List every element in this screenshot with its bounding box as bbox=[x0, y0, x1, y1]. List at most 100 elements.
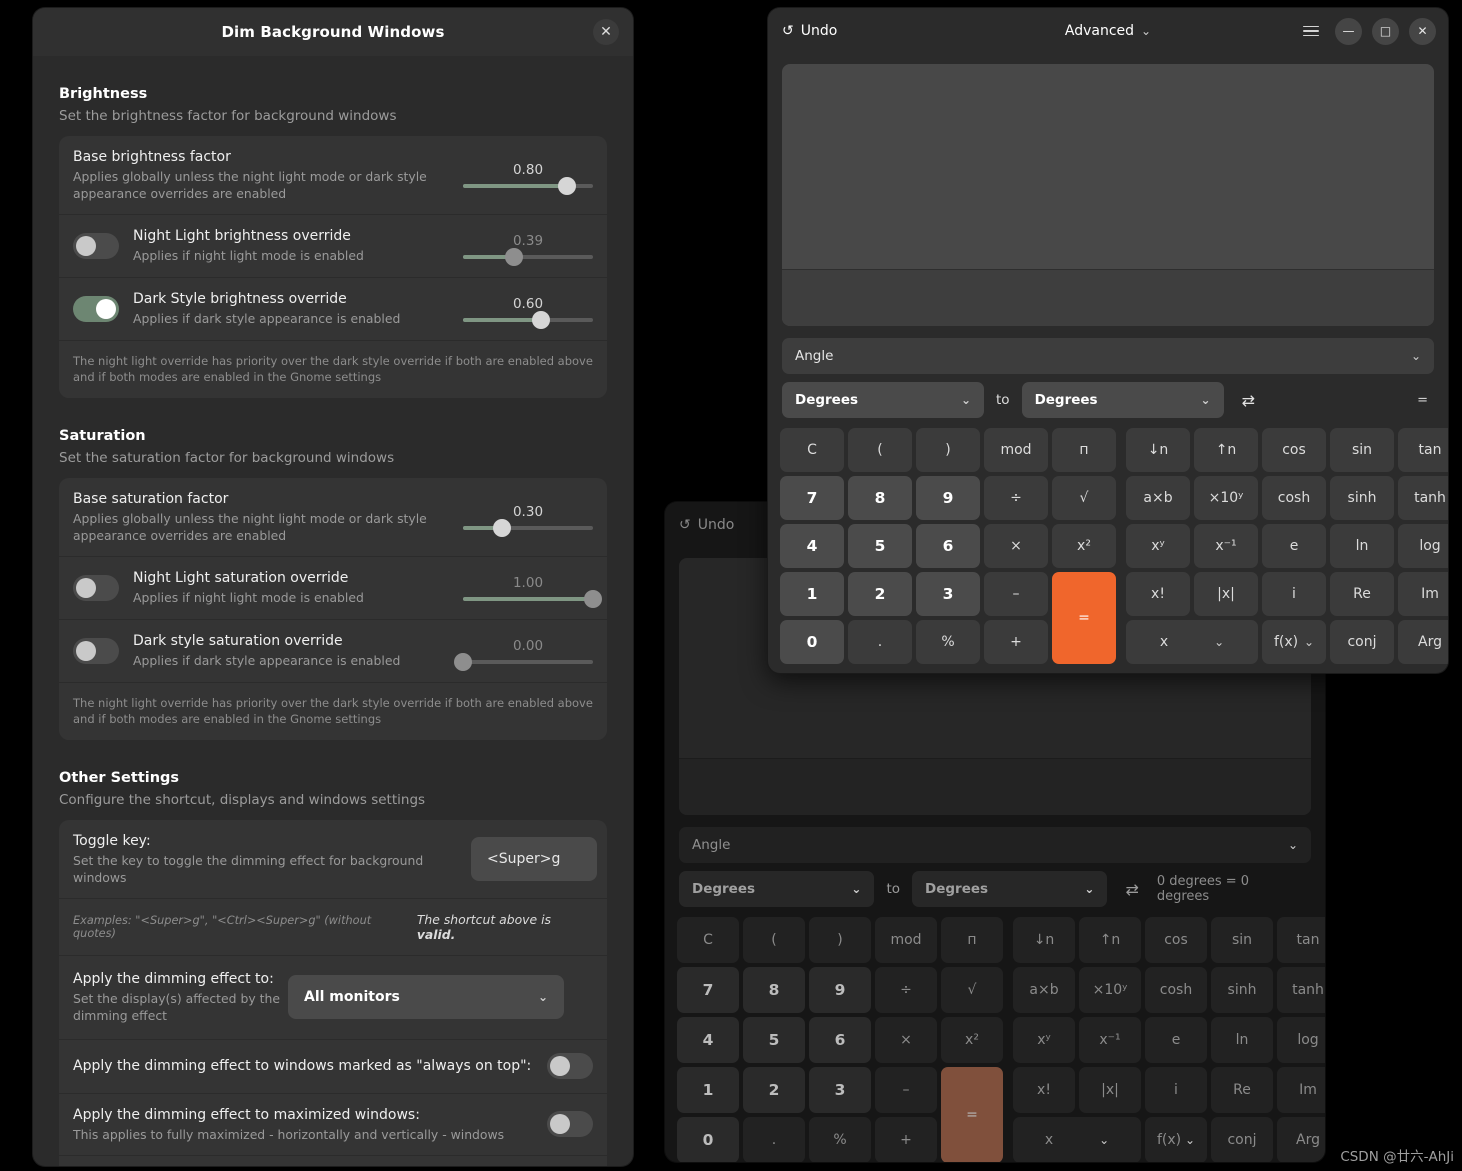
maximize-button[interactable]: □ bbox=[1372, 17, 1399, 45]
key-cosh[interactable]: cosh bbox=[1262, 476, 1326, 520]
slider-thumb[interactable] bbox=[504, 248, 523, 267]
key-cos[interactable]: cos bbox=[1145, 917, 1207, 963]
mode-selector[interactable]: Advanced ⌄ bbox=[1065, 23, 1151, 39]
nightlight-saturation-toggle[interactable] bbox=[73, 575, 119, 602]
key-sin[interactable]: sin bbox=[1330, 428, 1394, 472]
key-conj[interactable]: conj bbox=[1211, 1117, 1273, 1162]
darkstyle-brightness-slider[interactable] bbox=[463, 310, 593, 329]
key-[interactable]: ) bbox=[809, 917, 871, 963]
key-[interactable]: + bbox=[875, 1117, 937, 1162]
swap-arrows-icon[interactable]: ⇄ bbox=[1119, 880, 1144, 899]
key-[interactable]: % bbox=[809, 1117, 871, 1162]
key-functions[interactable]: f(x) ⌄ bbox=[1145, 1117, 1207, 1162]
key-[interactable]: ( bbox=[848, 428, 912, 472]
key-8[interactable]: 8 bbox=[743, 967, 805, 1013]
key-x[interactable]: x! bbox=[1126, 572, 1190, 616]
key-[interactable]: + bbox=[984, 620, 1048, 664]
key-x[interactable]: x² bbox=[1052, 524, 1116, 568]
calc-bg-converter-from[interactable]: Degrees ⌄ bbox=[679, 871, 875, 907]
key-9[interactable]: 9 bbox=[916, 476, 980, 520]
key-9[interactable]: 9 bbox=[809, 967, 871, 1013]
key-ab[interactable]: a×b bbox=[1013, 967, 1075, 1013]
nightlight-saturation-slider[interactable] bbox=[463, 590, 602, 609]
base-saturation-slider[interactable] bbox=[463, 519, 593, 538]
darkstyle-saturation-toggle[interactable] bbox=[73, 637, 119, 664]
key-x[interactable]: |x| bbox=[1079, 1067, 1141, 1113]
key-7[interactable]: 7 bbox=[780, 476, 844, 520]
key-[interactable]: – bbox=[984, 572, 1048, 616]
key-1[interactable]: 1 bbox=[677, 1067, 739, 1113]
key-i[interactable]: i bbox=[1145, 1067, 1207, 1113]
key-3[interactable]: 3 bbox=[916, 572, 980, 616]
key-[interactable]: – bbox=[875, 1067, 937, 1113]
key-variable-x[interactable]: x ⌄ bbox=[1126, 620, 1258, 664]
key-tan[interactable]: tan bbox=[1277, 917, 1325, 963]
key-log[interactable]: log bbox=[1398, 524, 1448, 568]
key-equals[interactable]: = bbox=[1052, 572, 1116, 664]
slider-thumb[interactable] bbox=[558, 177, 576, 196]
key-ln[interactable]: ln bbox=[1330, 524, 1394, 568]
converter-category-select[interactable]: Angle ⌄ bbox=[782, 338, 1434, 374]
calc-bg-converter-to[interactable]: Degrees ⌄ bbox=[912, 871, 1108, 907]
key-mod[interactable]: mod bbox=[875, 917, 937, 963]
nightlight-brightness-slider[interactable] bbox=[463, 248, 593, 267]
key-conj[interactable]: conj bbox=[1330, 620, 1394, 664]
key-mod[interactable]: mod bbox=[984, 428, 1048, 472]
key-[interactable]: . bbox=[743, 1117, 805, 1162]
key-1[interactable]: 1 bbox=[780, 572, 844, 616]
key-cos[interactable]: cos bbox=[1262, 428, 1326, 472]
key-sinh[interactable]: sinh bbox=[1330, 476, 1394, 520]
key-e[interactable]: e bbox=[1262, 524, 1326, 568]
key-[interactable]: ( bbox=[743, 917, 805, 963]
key-[interactable]: ) bbox=[916, 428, 980, 472]
key-Arg[interactable]: Arg bbox=[1398, 620, 1448, 664]
key-2[interactable]: 2 bbox=[848, 572, 912, 616]
key-i[interactable]: i bbox=[1262, 572, 1326, 616]
key-[interactable]: × bbox=[875, 1017, 937, 1063]
key-Arg[interactable]: Arg bbox=[1277, 1117, 1325, 1162]
key-0[interactable]: 0 bbox=[677, 1117, 739, 1162]
key-0[interactable]: 0 bbox=[780, 620, 844, 664]
key-sinh[interactable]: sinh bbox=[1211, 967, 1273, 1013]
converter-to-select[interactable]: Degrees ⌄ bbox=[1021, 382, 1224, 418]
key-tanh[interactable]: tanh bbox=[1277, 967, 1325, 1013]
key-10[interactable]: ×10ʸ bbox=[1194, 476, 1258, 520]
key-n[interactable]: ↑n bbox=[1194, 428, 1258, 472]
key-ln[interactable]: ln bbox=[1211, 1017, 1273, 1063]
key-[interactable]: п bbox=[1052, 428, 1116, 472]
key-[interactable]: п bbox=[941, 917, 1003, 963]
key-tan[interactable]: tan bbox=[1398, 428, 1448, 472]
key-sin[interactable]: sin bbox=[1211, 917, 1273, 963]
key-x[interactable]: |x| bbox=[1194, 572, 1258, 616]
key-[interactable]: % bbox=[916, 620, 980, 664]
key-10[interactable]: ×10ʸ bbox=[1079, 967, 1141, 1013]
close-icon[interactable]: ✕ bbox=[593, 19, 619, 45]
calc-display-primary[interactable] bbox=[782, 64, 1434, 269]
hamburger-menu-icon[interactable] bbox=[1303, 25, 1319, 37]
key-tanh[interactable]: tanh bbox=[1398, 476, 1448, 520]
nightlight-brightness-toggle[interactable] bbox=[73, 233, 119, 260]
close-button[interactable]: ✕ bbox=[1409, 17, 1436, 45]
key-functions[interactable]: f(x) ⌄ bbox=[1262, 620, 1326, 664]
key-5[interactable]: 5 bbox=[743, 1017, 805, 1063]
toggle-key-input[interactable]: <Super>g bbox=[471, 837, 597, 882]
slider-thumb[interactable] bbox=[454, 652, 472, 671]
always-on-top-toggle[interactable] bbox=[547, 1053, 593, 1080]
base-brightness-slider[interactable] bbox=[463, 177, 593, 196]
slider-thumb[interactable] bbox=[493, 519, 511, 538]
key-Im[interactable]: Im bbox=[1277, 1067, 1325, 1113]
key-2[interactable]: 2 bbox=[743, 1067, 805, 1113]
key-x[interactable]: xʸ bbox=[1126, 524, 1190, 568]
key-6[interactable]: 6 bbox=[809, 1017, 871, 1063]
key-n[interactable]: ↓n bbox=[1126, 428, 1190, 472]
key-3[interactable]: 3 bbox=[809, 1067, 871, 1113]
key-[interactable]: ÷ bbox=[984, 476, 1048, 520]
slider-thumb[interactable] bbox=[584, 590, 602, 609]
key-8[interactable]: 8 bbox=[848, 476, 912, 520]
key-x[interactable]: x⁻¹ bbox=[1194, 524, 1258, 568]
swap-arrows-icon[interactable]: ⇄ bbox=[1236, 391, 1261, 410]
monitor-select[interactable]: All monitors ⌄ bbox=[288, 975, 564, 1020]
key-x[interactable]: x⁻¹ bbox=[1079, 1017, 1141, 1063]
key-equals[interactable]: = bbox=[941, 1067, 1003, 1162]
key-cosh[interactable]: cosh bbox=[1145, 967, 1207, 1013]
